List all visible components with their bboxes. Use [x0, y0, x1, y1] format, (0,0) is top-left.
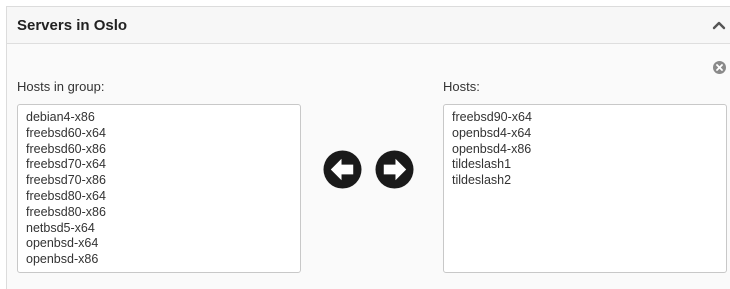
chevron-up-icon[interactable]	[712, 18, 726, 32]
servers-panel: Servers in Oslo Hosts in group: Hosts: d…	[6, 6, 730, 289]
list-item[interactable]: freebsd70-x86	[26, 173, 300, 189]
panel-header[interactable]: Servers in Oslo	[7, 7, 730, 44]
list-item[interactable]: freebsd60-x64	[26, 126, 300, 142]
list-item[interactable]: tildeslash1	[452, 157, 726, 173]
panel-body: Hosts in group: Hosts: debian4-x86 freeb…	[7, 44, 730, 289]
list-item[interactable]: openbsd-x64	[26, 236, 300, 252]
hosts-in-group-label: Hosts in group:	[17, 79, 105, 94]
list-item[interactable]: freebsd80-x64	[26, 189, 300, 205]
list-item[interactable]: freebsd80-x86	[26, 205, 300, 221]
move-left-button[interactable]	[323, 150, 362, 189]
move-right-button[interactable]	[375, 150, 414, 189]
hosts-label: Hosts:	[443, 79, 480, 94]
panel-title: Servers in Oslo	[17, 17, 128, 34]
list-item[interactable]: debian4-x86	[26, 110, 300, 126]
list-item[interactable]: tildeslash2	[452, 173, 726, 189]
list-item[interactable]: freebsd90-x64	[452, 110, 726, 126]
list-item[interactable]: openbsd4-x64	[452, 126, 726, 142]
list-item[interactable]: openbsd4-x86	[452, 142, 726, 158]
hosts-in-group-list[interactable]: debian4-x86 freebsd60-x64 freebsd60-x86 …	[17, 104, 301, 273]
close-icon[interactable]	[713, 61, 726, 74]
list-item[interactable]: freebsd60-x86	[26, 142, 300, 158]
list-item[interactable]: netbsd5-x64	[26, 221, 300, 237]
list-item[interactable]: openbsd-x86	[26, 252, 300, 268]
list-item[interactable]: freebsd70-x64	[26, 157, 300, 173]
hosts-list[interactable]: freebsd90-x64 openbsd4-x64 openbsd4-x86 …	[443, 104, 727, 273]
